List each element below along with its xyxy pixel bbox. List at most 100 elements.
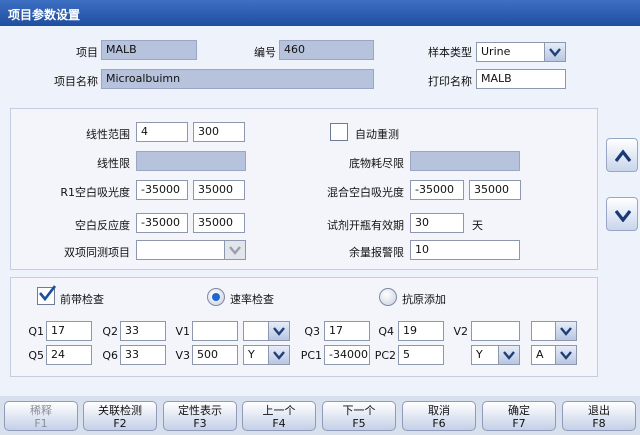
related-test-label: 关联检测 <box>98 404 142 417</box>
v1-label: V1 <box>175 325 190 338</box>
ok-button[interactable]: 确定 F7 <box>482 401 556 431</box>
dual-item-dropdown[interactable] <box>136 240 246 260</box>
code-label: 编号 <box>254 46 276 59</box>
blank-reaction-min-field[interactable]: -35000 <box>136 213 188 233</box>
scroll-down-button[interactable] <box>606 197 638 231</box>
q1-field[interactable]: 17 <box>46 321 92 341</box>
prezone-checkbox[interactable] <box>37 285 56 305</box>
v3-label: V3 <box>175 349 190 362</box>
previous-key: F4 <box>272 417 286 430</box>
v2-label: V2 <box>453 325 468 338</box>
item-field[interactable]: MALB <box>101 40 197 60</box>
related-test-button[interactable]: 关联检测 F2 <box>83 401 157 431</box>
q2-label: Q2 <box>102 325 118 338</box>
q3-label: Q3 <box>304 325 320 338</box>
chevron-down-icon[interactable] <box>268 346 289 364</box>
prezone-label: 前带检查 <box>60 293 104 306</box>
v1-dropdown[interactable] <box>243 321 290 341</box>
remain-alarm-field[interactable]: 10 <box>410 240 520 260</box>
next-button[interactable]: 下一个 F5 <box>322 401 396 431</box>
antigen-add-label: 抗原添加 <box>402 293 446 306</box>
reagent-valid-field[interactable]: 30 <box>410 213 464 233</box>
v3-dropdown[interactable]: Y <box>243 345 290 365</box>
substrate-label: 底物耗尽限 <box>349 157 404 170</box>
window-titlebar: 项目参数设置 <box>0 0 640 26</box>
rate-check-radio[interactable] <box>207 288 225 306</box>
window-title: 项目参数设置 <box>8 8 81 22</box>
substrate-field[interactable] <box>410 151 520 171</box>
r1-blank-label: R1空白吸光度 <box>60 186 130 199</box>
chevron-down-icon[interactable] <box>268 322 289 340</box>
dilute-key: F1 <box>34 417 48 430</box>
next-label: 下一个 <box>342 404 376 417</box>
exit-label: 退出 <box>588 404 610 417</box>
qualitative-button[interactable]: 定性表示 F3 <box>163 401 237 431</box>
linear-range-max-field[interactable]: 300 <box>193 122 245 142</box>
mix-blank-label: 混合空白吸光度 <box>327 186 404 199</box>
item-name-field[interactable]: Microalbuimn <box>101 69 374 89</box>
sample-type-dropdown[interactable]: Urine <box>476 42 566 62</box>
blank-reaction-label: 空白反应度 <box>75 219 130 232</box>
chevron-down-icon[interactable] <box>555 346 576 364</box>
cancel-label: 取消 <box>428 404 450 417</box>
r1-blank-max-field[interactable]: 35000 <box>193 180 245 200</box>
code-field[interactable]: 460 <box>279 40 374 60</box>
down-arrow-icon <box>615 210 631 222</box>
exit-key: F8 <box>592 417 606 430</box>
print-name-label: 打印名称 <box>428 75 472 88</box>
q3-field[interactable]: 17 <box>324 321 370 341</box>
reagent-valid-label: 试剂开瓶有效期 <box>327 219 404 232</box>
sample-type-value: Urine <box>481 45 511 58</box>
q5-field[interactable]: 24 <box>46 345 92 365</box>
mix-blank-max-field[interactable]: 35000 <box>469 180 521 200</box>
cancel-button[interactable]: 取消 F6 <box>402 401 476 431</box>
mix-blank-min-field[interactable]: -35000 <box>410 180 464 200</box>
chevron-down-icon[interactable] <box>224 241 245 259</box>
linear-range-min-field[interactable]: 4 <box>136 122 188 142</box>
pc1-label: PC1 <box>300 349 322 362</box>
linear-range-label: 线性范围 <box>86 128 130 141</box>
v1-field[interactable] <box>192 321 238 341</box>
chevron-down-icon[interactable] <box>544 43 565 61</box>
related-test-key: F2 <box>113 417 127 430</box>
pc2-field[interactable]: 5 <box>398 345 444 365</box>
q2-field[interactable]: 33 <box>120 321 166 341</box>
sample-type-label: 样本类型 <box>428 46 472 59</box>
pc2-label: PC2 <box>374 349 396 362</box>
q6-field[interactable]: 33 <box>120 345 166 365</box>
previous-label: 上一个 <box>262 404 296 417</box>
last-dropdown[interactable]: A <box>531 345 577 365</box>
pc2-dropdown[interactable]: Y <box>471 345 520 365</box>
v3-select-value: Y <box>248 348 255 361</box>
qualitative-key: F3 <box>193 417 207 430</box>
v3-field[interactable]: 500 <box>192 345 238 365</box>
q6-label: Q6 <box>102 349 118 362</box>
qualitative-label: 定性表示 <box>178 404 222 417</box>
linear-limit-field[interactable] <box>136 151 246 171</box>
print-name-field[interactable]: MALB <box>476 69 566 89</box>
linear-limit-label: 线性限 <box>97 157 130 170</box>
ok-key: F7 <box>512 417 526 430</box>
blank-reaction-max-field[interactable]: 35000 <box>193 213 245 233</box>
r1-blank-min-field[interactable]: -35000 <box>136 180 188 200</box>
next-key: F5 <box>352 417 366 430</box>
scroll-up-button[interactable] <box>606 138 638 172</box>
auto-rerun-checkbox[interactable] <box>330 123 348 141</box>
pc2-select-value: Y <box>476 348 483 361</box>
v2-dropdown[interactable] <box>531 321 577 341</box>
q4-label: Q4 <box>378 325 394 338</box>
dilute-button[interactable]: 稀释 F1 <box>4 401 78 431</box>
pc1-field[interactable]: -34000 <box>324 345 370 365</box>
dilute-label: 稀释 <box>30 404 52 417</box>
q5-label: Q5 <box>28 349 44 362</box>
antigen-add-radio[interactable] <box>379 288 397 306</box>
checkmark-icon <box>39 285 56 302</box>
q1-label: Q1 <box>28 325 44 338</box>
chevron-down-icon[interactable] <box>498 346 519 364</box>
previous-button[interactable]: 上一个 F4 <box>242 401 316 431</box>
item-label: 项目 <box>76 46 98 59</box>
q4-field[interactable]: 19 <box>398 321 444 341</box>
chevron-down-icon[interactable] <box>555 322 576 340</box>
v2-field[interactable] <box>471 321 520 341</box>
exit-button[interactable]: 退出 F8 <box>562 401 636 431</box>
